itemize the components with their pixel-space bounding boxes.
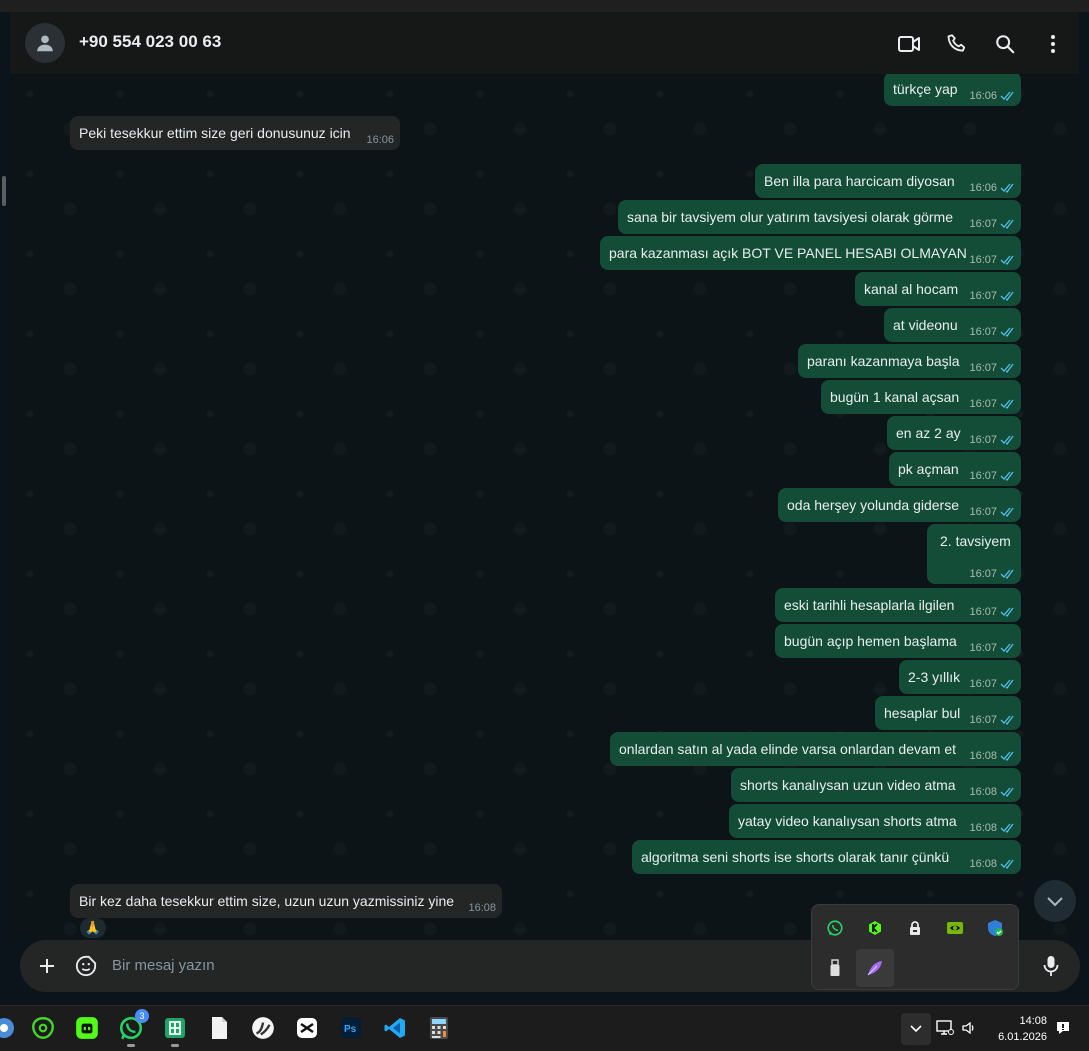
message-out[interactable]: bugün 1 kanal açsan 16:07	[821, 380, 1021, 414]
left-scrollbar[interactable]	[2, 176, 6, 206]
read-ticks-icon	[1000, 679, 1014, 689]
nvidia-tray-icon[interactable]	[942, 915, 968, 941]
tray-expand-button[interactable]	[901, 1013, 931, 1045]
feather-app-tray-icon[interactable]	[856, 949, 894, 987]
windows-security-tray-icon[interactable]	[982, 915, 1008, 941]
message-input[interactable]: Bir mesaj yazın	[112, 957, 215, 974]
reaction-emoji[interactable]: 🙏	[80, 918, 106, 938]
svg-text:Ps: Ps	[344, 1024, 357, 1035]
sheets-taskbar-icon[interactable]	[161, 1014, 189, 1047]
volume-icon[interactable]	[958, 1014, 980, 1042]
read-ticks-icon	[1000, 643, 1014, 653]
voice-call-icon[interactable]	[944, 31, 970, 57]
kick-taskbar-icon[interactable]	[73, 1014, 101, 1042]
read-ticks-icon	[1000, 183, 1014, 193]
message-out[interactable]: Ben illa para harcicam diyosan 16:06	[755, 164, 1021, 198]
message-out[interactable]: paranı kazanmaya başla 16:07	[798, 344, 1021, 378]
message-out[interactable]: at videonu 16:07	[884, 308, 1021, 342]
message-out[interactable]: pk açman 16:07	[889, 452, 1021, 486]
message-out[interactable]: türkçe yap 16:06	[884, 74, 1021, 106]
whatsapp-window: +90 554 023 00 63 türkçe yap 16:06 Peki t…	[0, 0, 1089, 1005]
calculator-taskbar-icon[interactable]	[425, 1014, 453, 1042]
read-ticks-icon	[1000, 607, 1014, 617]
file-taskbar-icon[interactable]	[205, 1014, 233, 1042]
scroll-down-button[interactable]	[1034, 880, 1076, 922]
whatsapp-tray-icon[interactable]	[822, 915, 848, 941]
photoshop-taskbar-icon[interactable]: Ps	[337, 1014, 365, 1042]
read-ticks-icon	[1000, 823, 1014, 833]
chevron-down-icon	[910, 1025, 922, 1033]
message-out[interactable]: hesaplar bul 16:07	[875, 696, 1021, 730]
read-ticks-icon	[1000, 435, 1014, 445]
message-out[interactable]: shorts kanalıysan uzun video atma 16:08	[731, 768, 1021, 802]
usb-drive-tray-icon[interactable]	[822, 955, 848, 981]
message-in[interactable]: Peki tesekkur ettim size geri donusunuz …	[70, 116, 400, 150]
whatsapp-taskbar-icon[interactable]: 3	[117, 1009, 149, 1047]
clock-time: 14:08	[1019, 1015, 1047, 1027]
microphone-icon[interactable]	[1039, 954, 1063, 978]
read-ticks-icon	[1000, 507, 1014, 517]
menu-icon[interactable]	[1040, 31, 1066, 57]
chrome-taskbar-icon[interactable]	[0, 1014, 18, 1042]
message-out[interactable]: sana bir tavsiyem olur yatırım tavsiyesi…	[618, 200, 1021, 234]
message-out[interactable]: oda herşey yolunda giderse 16:07	[778, 488, 1021, 522]
attach-plus-icon[interactable]	[35, 954, 59, 978]
read-ticks-icon	[1000, 787, 1014, 797]
read-ticks-icon	[1000, 255, 1014, 265]
contact-name[interactable]: +90 554 023 00 63	[79, 32, 221, 52]
message-out[interactable]: algoritma seni shorts ise shorts olarak …	[632, 840, 1021, 874]
read-ticks-icon	[1000, 751, 1014, 761]
clock-date: 6.01.2026	[998, 1031, 1047, 1043]
system-clock[interactable]: 14:08 6.01.2026	[998, 1013, 1047, 1045]
read-ticks-icon	[1000, 91, 1014, 101]
running-indicator	[171, 1044, 179, 1047]
message-out[interactable]: para kazanması açık BOT VE PANEL HESABI …	[600, 236, 1021, 270]
chat-header: +90 554 023 00 63	[10, 12, 1079, 74]
running-indicator	[127, 1044, 135, 1047]
read-ticks-icon	[1000, 363, 1014, 373]
message-out[interactable]: en az 2 ay 16:07	[887, 416, 1021, 450]
message-out[interactable]: yatay video kanalıysan shorts atma 16:08	[729, 804, 1021, 838]
app-globe-taskbar-icon[interactable]	[249, 1014, 277, 1042]
read-ticks-icon	[1000, 399, 1014, 409]
read-ticks-icon	[1000, 859, 1014, 869]
avatar[interactable]	[25, 23, 65, 63]
sticker-icon[interactable]	[74, 954, 98, 978]
kick-tray-icon[interactable]	[862, 915, 888, 941]
read-ticks-icon	[1000, 219, 1014, 229]
message-out[interactable]: onlardan satın al yada elinde varsa onla…	[610, 732, 1021, 766]
read-ticks-icon	[1000, 327, 1014, 337]
video-call-icon[interactable]	[896, 31, 922, 57]
message-out[interactable]: bugün açıp hemen başlama 16:07	[775, 624, 1021, 658]
message-in[interactable]: Bir kez daha tesekkur ettim size, uzun u…	[70, 884, 502, 918]
read-ticks-icon	[1000, 471, 1014, 481]
vpn-lock-tray-icon[interactable]	[902, 915, 928, 941]
message-pane[interactable]: türkçe yap 16:06 Peki tesekkur ettim size…	[10, 74, 1079, 940]
person-icon	[37, 35, 53, 52]
message-out[interactable]: eski tarihli hesaplarla ilgilen 16:07	[775, 588, 1021, 622]
message-out[interactable]: 2-3 yıllık 16:07	[899, 660, 1021, 694]
notification-icon[interactable]	[1052, 1014, 1074, 1042]
message-out[interactable]: kanal al hocam 16:07	[855, 272, 1021, 306]
razer-taskbar-icon[interactable]	[29, 1014, 57, 1042]
vscode-taskbar-icon[interactable]	[381, 1014, 409, 1042]
unread-badge: 3	[135, 1009, 149, 1023]
network-icon[interactable]	[934, 1014, 956, 1042]
system-tray-overflow	[811, 904, 1019, 990]
read-ticks-icon	[1000, 291, 1014, 301]
windows-taskbar: 3 Ps 14:08 6.01.2026	[0, 1005, 1089, 1051]
read-ticks-icon	[1000, 715, 1014, 725]
capcut-taskbar-icon[interactable]	[293, 1014, 321, 1042]
title-strip	[0, 0, 1089, 12]
chevron-down-icon	[1047, 897, 1063, 907]
message-out[interactable]: 2. tavsiyem 16:07	[927, 524, 1021, 584]
read-ticks-icon	[1000, 569, 1014, 579]
search-icon[interactable]	[992, 31, 1018, 57]
